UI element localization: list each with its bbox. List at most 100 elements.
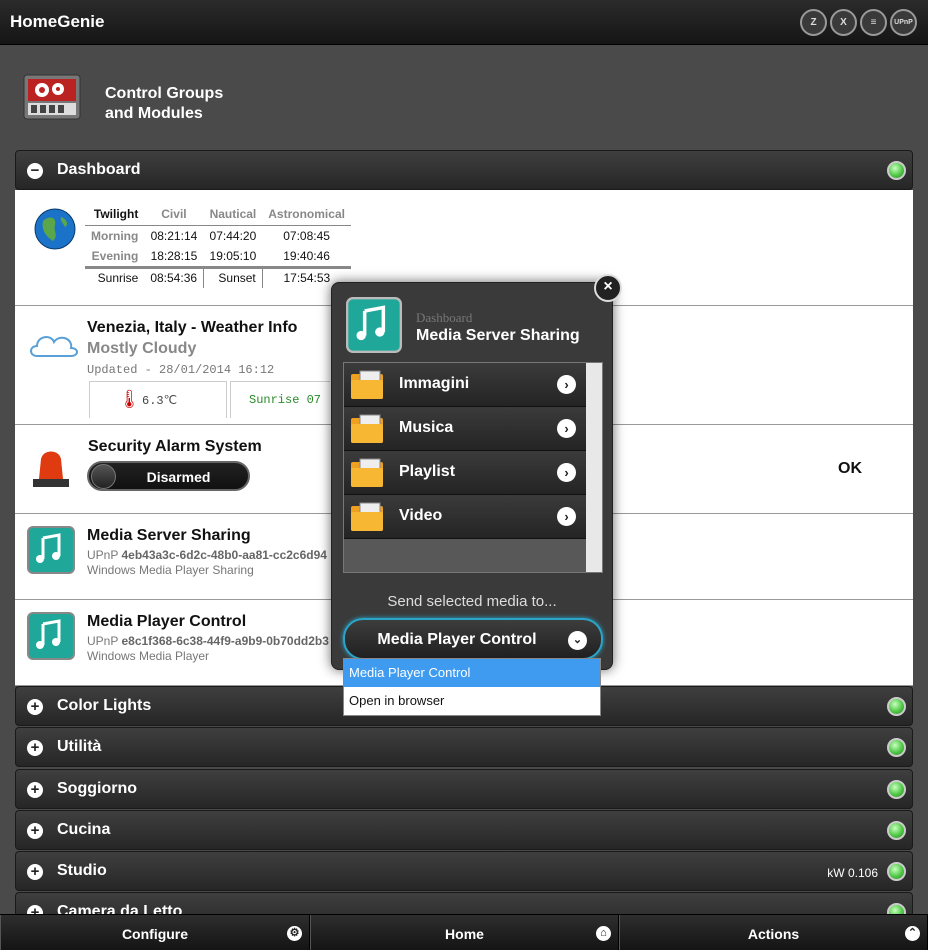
scrollbar[interactable]	[586, 363, 602, 572]
cell: 07:08:45	[283, 228, 330, 243]
list-item-immagini[interactable]: Immagini ›	[344, 363, 586, 407]
arm-toggle[interactable]: Disarmed	[87, 461, 250, 491]
status-led-icon	[887, 821, 906, 840]
chevron-down-icon[interactable]: ⌄	[568, 631, 587, 650]
page-title: Control Groups and Modules	[105, 85, 224, 122]
chevron-right-icon[interactable]: ›	[557, 463, 576, 482]
weather-sunrise: Sunrise 07	[249, 393, 322, 407]
target-dropdown: Media Player Control Open in browser	[343, 658, 601, 716]
zwave-icon[interactable]: Z	[800, 9, 827, 36]
home-button[interactable]: Home ⌂	[310, 915, 619, 950]
gear-icon: ⚙	[287, 926, 302, 941]
expand-icon[interactable]: +	[27, 740, 43, 756]
sunset-label: Sunset	[203, 267, 263, 288]
status-led-icon	[887, 697, 906, 716]
security-title: Security Alarm System	[88, 438, 262, 455]
weather-updated: Updated - 28/01/2014 16:12	[87, 363, 275, 377]
actions-button[interactable]: Actions ⌃	[619, 915, 928, 950]
folder-icon	[351, 502, 383, 531]
chevron-up-icon: ⌃	[905, 926, 920, 941]
toggle-label: Disarmed	[146, 469, 211, 485]
group-name: Color Lights	[57, 697, 152, 714]
upnp-info: UPnP e8c1f368-6c38-44f9-a9b9-0b70dd2b3	[87, 634, 329, 648]
group-name: Studio	[57, 862, 107, 879]
target-select[interactable]: Media Player Control ⌄	[343, 618, 603, 660]
cell: 19:40:46	[283, 248, 330, 263]
group-name: Cucina	[57, 821, 111, 838]
list-item-video[interactable]: Video ›	[344, 495, 586, 539]
configure-button[interactable]: Configure ⚙	[0, 915, 310, 950]
status-led-icon	[887, 161, 906, 180]
group-studio[interactable]: + Studio kW 0.106	[15, 851, 913, 891]
dropdown-option[interactable]: Open in browser	[344, 687, 600, 715]
cloud-icon	[30, 336, 78, 357]
expand-icon[interactable]: +	[27, 823, 43, 839]
col-header: Nautical	[209, 207, 257, 222]
insteon-icon[interactable]: ≡	[860, 9, 887, 36]
group-name: Soggiorno	[57, 780, 137, 797]
group-utilita[interactable]: + Utilità	[15, 727, 913, 767]
footer-bar: Configure ⚙ Home ⌂ Actions ⌃	[0, 914, 928, 950]
media-player-title: Media Player Control	[87, 613, 247, 630]
cell: 07:44:20	[209, 228, 257, 243]
media-folder-list: Immagini › Musica › Playlist › Video ›	[343, 362, 603, 573]
item-label: Musica	[399, 419, 454, 436]
sunrise-value: 08:54:36	[144, 267, 205, 288]
expand-icon[interactable]: +	[27, 782, 43, 798]
group-cucina[interactable]: + Cucina	[15, 810, 913, 850]
col-header: Twilight	[93, 207, 139, 222]
music-note-icon	[27, 612, 75, 660]
weather-title: Venezia, Italy - Weather Info	[87, 319, 298, 336]
list-item-musica[interactable]: Musica ›	[344, 407, 586, 451]
home-icon: ⌂	[596, 926, 611, 941]
group-dashboard[interactable]: − Dashboard	[15, 150, 913, 190]
upnp-icon[interactable]: UPnP	[890, 9, 917, 36]
item-label: Immagini	[399, 375, 470, 392]
temperature-value: 6.3℃	[142, 394, 178, 408]
cell: 08:21:14	[150, 228, 198, 243]
folder-icon	[351, 370, 383, 399]
cell: 19:05:10	[209, 248, 257, 263]
siren-icon	[33, 451, 69, 487]
x10-icon[interactable]: X	[830, 9, 857, 36]
chevron-right-icon[interactable]: ›	[557, 507, 576, 526]
media-server-desc: Windows Media Player Sharing	[87, 563, 254, 577]
group-soggiorno[interactable]: + Soggiorno	[15, 769, 913, 809]
thermometer-icon: 🌡	[118, 389, 141, 409]
media-player-desc: Windows Media Player	[87, 649, 210, 663]
media-popup: Dashboard Media Server Sharing Immagini …	[331, 282, 613, 670]
page-header: Control Groups and Modules	[0, 45, 928, 150]
cell: 18:28:15	[150, 248, 198, 263]
col-header: Civil	[161, 207, 187, 222]
collapse-icon[interactable]: −	[27, 163, 43, 179]
item-label: Video	[399, 507, 443, 524]
folder-icon	[351, 458, 383, 487]
selected-target: Media Player Control	[377, 631, 537, 648]
media-server-title: Media Server Sharing	[87, 527, 251, 544]
expand-icon[interactable]: +	[27, 699, 43, 715]
globe-icon	[34, 208, 76, 250]
app-title: HomeGenie	[10, 12, 105, 31]
folder-icon	[351, 414, 383, 443]
group-name: Utilità	[57, 738, 102, 755]
top-bar: HomeGenie Z X ≡ UPnP	[0, 0, 928, 45]
list-item-playlist[interactable]: Playlist ›	[344, 451, 586, 495]
dropdown-option[interactable]: Media Player Control	[344, 659, 600, 687]
col-header: Astronomical	[268, 207, 345, 222]
sunrise-box: Sunrise 07	[230, 381, 330, 418]
chevron-right-icon[interactable]: ›	[557, 419, 576, 438]
popup-title: Media Server Sharing	[416, 327, 580, 344]
close-icon[interactable]: ×	[594, 274, 622, 302]
twilight-table: Twilight Civil Nautical Astronomical Mor…	[85, 204, 351, 288]
security-status: OK	[838, 460, 862, 477]
sunrise-label: Sunrise	[97, 271, 139, 286]
music-note-icon	[346, 297, 402, 353]
control-panel-icon	[23, 74, 81, 120]
row-label: Morning	[91, 228, 139, 243]
expand-icon[interactable]: +	[27, 864, 43, 880]
power-reading: kW 0.106	[827, 866, 878, 880]
chevron-right-icon[interactable]: ›	[557, 375, 576, 394]
group-name: Dashboard	[57, 161, 141, 178]
weather-condition: Mostly Cloudy	[87, 340, 197, 357]
popup-subtitle: Dashboard	[416, 310, 473, 325]
